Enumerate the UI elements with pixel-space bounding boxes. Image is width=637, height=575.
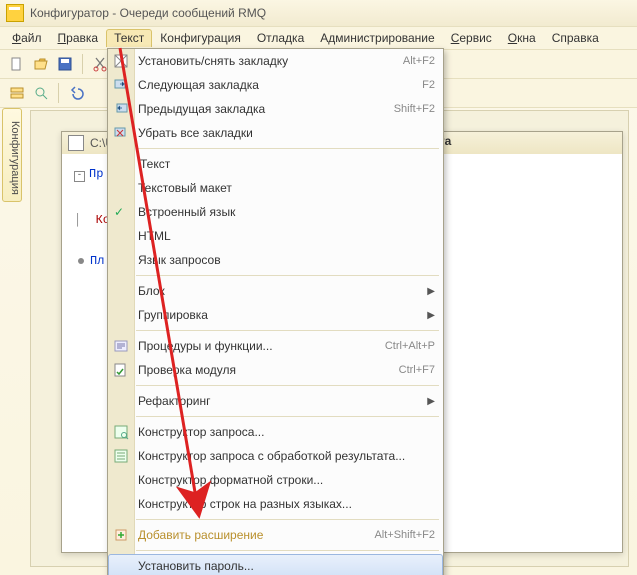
menu-builtin-lang[interactable]: ✓ Встроенный язык bbox=[108, 200, 443, 224]
check-icon: ✓ bbox=[114, 205, 124, 219]
menu-file[interactable]: Файл bbox=[4, 29, 50, 47]
menu-service[interactable]: Сервис bbox=[443, 29, 500, 47]
chevron-right-icon: ▶ bbox=[427, 396, 435, 407]
menu-query-constructor-result[interactable]: Конструктор запроса с обработкой результ… bbox=[108, 444, 443, 468]
menu-html-mode[interactable]: HTML bbox=[108, 224, 443, 248]
menu-windows[interactable]: Окна bbox=[500, 29, 544, 47]
menubar: Файл Правка Текст Конфигурация Отладка А… bbox=[0, 27, 637, 50]
menu-format-constructor[interactable]: Конструктор форматной строки... bbox=[108, 468, 443, 492]
code-line-3: Пл bbox=[90, 254, 104, 268]
next-bookmark-icon bbox=[113, 77, 129, 93]
menu-debug[interactable]: Отладка bbox=[249, 29, 312, 47]
menu-query-constructor[interactable]: Конструктор запроса... bbox=[108, 420, 443, 444]
side-tab-configuration[interactable]: Конфигурация bbox=[2, 108, 22, 202]
menu-text-template[interactable]: Текстовый макет bbox=[108, 176, 443, 200]
chevron-right-icon: ▶ bbox=[427, 286, 435, 297]
menu-configuration[interactable]: Конфигурация bbox=[152, 29, 249, 47]
undo-icon[interactable] bbox=[65, 82, 87, 104]
menu-refactoring[interactable]: Рефакторинг ▶ bbox=[108, 389, 443, 413]
chevron-right-icon: ▶ bbox=[427, 310, 435, 321]
query-icon[interactable] bbox=[30, 82, 52, 104]
add-extension-icon bbox=[113, 527, 129, 543]
code-line-1: Пр bbox=[89, 167, 103, 181]
module-check-icon bbox=[113, 362, 129, 378]
menu-help[interactable]: Справка bbox=[544, 29, 607, 47]
document-icon bbox=[68, 135, 84, 151]
menu-next-bookmark[interactable]: Следующая закладка F2 bbox=[108, 73, 443, 97]
menu-multilang-constructor[interactable]: Конструктор строк на разных языках... bbox=[108, 492, 443, 516]
menu-text-mode[interactable]: Текст bbox=[108, 152, 443, 176]
save-icon[interactable] bbox=[54, 53, 76, 75]
menu-block[interactable]: Блок ▶ bbox=[108, 279, 443, 303]
new-doc-icon[interactable] bbox=[6, 53, 28, 75]
prev-bookmark-icon bbox=[113, 101, 129, 117]
clear-bookmarks-icon bbox=[113, 125, 129, 141]
menu-prev-bookmark[interactable]: Предыдущая закладка Shift+F2 bbox=[108, 97, 443, 121]
procedures-icon bbox=[113, 338, 129, 354]
menu-procedures[interactable]: Процедуры и функции... Ctrl+Alt+P bbox=[108, 334, 443, 358]
open-icon[interactable] bbox=[30, 53, 52, 75]
titlebar: Конфигуратор - Очереди сообщений RMQ bbox=[0, 0, 637, 27]
query-ctor-icon bbox=[113, 424, 129, 440]
menu-set-password[interactable]: Установить пароль... bbox=[108, 554, 443, 575]
menu-query-lang[interactable]: Язык запросов bbox=[108, 248, 443, 272]
app-icon bbox=[6, 4, 24, 22]
menu-add-extension[interactable]: Добавить расширение Alt+Shift+F2 bbox=[108, 523, 443, 547]
menu-admin[interactable]: Администрирование bbox=[312, 29, 442, 47]
menu-clear-bookmarks[interactable]: Убрать все закладки bbox=[108, 121, 443, 145]
menu-grouping[interactable]: Группировка ▶ bbox=[108, 303, 443, 327]
menu-edit[interactable]: Правка bbox=[50, 29, 107, 47]
text-menu-dropdown: Установить/снять закладку Alt+F2 Следующ… bbox=[107, 48, 444, 575]
bookmark-icon bbox=[113, 53, 129, 69]
db-icon[interactable] bbox=[6, 82, 28, 104]
menu-text[interactable]: Текст bbox=[106, 29, 152, 47]
window-title: Конфигуратор - Очереди сообщений RMQ bbox=[30, 6, 266, 20]
query-ctor-res-icon bbox=[113, 448, 129, 464]
menu-module-check[interactable]: Проверка модуля Ctrl+F7 bbox=[108, 358, 443, 382]
menu-set-bookmark[interactable]: Установить/снять закладку Alt+F2 bbox=[108, 49, 443, 73]
